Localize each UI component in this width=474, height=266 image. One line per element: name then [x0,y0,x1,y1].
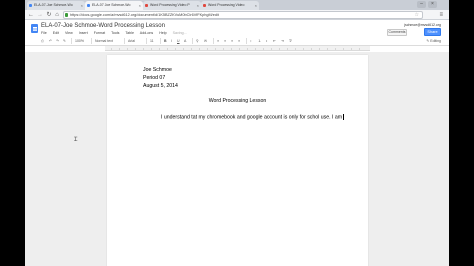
back-icon[interactable]: ← [27,11,35,19]
close-tab-icon[interactable]: × [139,1,141,10]
italic-icon[interactable]: I [171,38,172,44]
toolbar-divider [246,38,247,44]
menu-bar: File Edit View Insert Format Tools Table… [41,31,192,36]
underline-icon[interactable]: U [177,38,180,44]
browser-tab-4[interactable]: Word Processing Video × [201,1,259,10]
close-window-icon[interactable]: × [428,1,437,8]
toolbar-divider [192,38,193,44]
align-left-icon[interactable]: ≡ [217,38,219,44]
lesson-heading[interactable]: Word Processing Lesson [107,98,368,104]
docs-logo-icon[interactable] [31,24,38,33]
document-canvas: Joe Schmoe Period 07 August 5, 2014 Word… [25,52,449,266]
toolbar-divider [213,38,214,44]
menu-add-ons[interactable]: Add-ons [140,31,153,35]
student-name[interactable]: Joe Schmoe [143,67,172,73]
font-select[interactable]: Arial [128,38,135,44]
bold-icon[interactable]: B [164,38,167,44]
document-page[interactable]: Joe Schmoe Period 07 August 5, 2014 Word… [107,55,368,266]
lock-icon [65,13,68,17]
docs-favicon-icon [29,4,32,7]
formatting-toolbar: ⎙ ↶ ↷ ✎ 100% Normal text Arial 11 B I U … [29,38,445,45]
mouse-ibeam-cursor-icon: Ɪ [74,137,78,143]
tab-label: Word Processing Video [208,3,245,7]
style-select[interactable]: Normal text [95,38,113,44]
numbered-list-icon[interactable]: ⒈ [258,38,262,44]
close-tab-icon[interactable]: × [197,1,199,10]
line-spacing-icon[interactable]: ↕ [250,38,252,44]
browser-tab-3[interactable]: Word Processing Video P × [143,1,201,10]
class-period[interactable]: Period 07 [143,75,165,81]
tab-label: ELA-07-Joe Schmoe-Wo [34,3,73,7]
text-cursor [343,114,344,120]
close-tab-icon[interactable]: × [255,1,257,10]
ruler-ticks [111,48,364,50]
comment-icon[interactable]: ✉ [204,38,207,44]
decrease-indent-icon[interactable]: ⇤ [273,38,276,44]
user-email[interactable]: jschmoe@mvsd612.org [404,23,441,27]
justify-icon[interactable]: ≡ [238,38,240,44]
browser-tab-1[interactable]: ELA-07-Joe Schmoe-Wo × [27,1,85,10]
bulleted-list-icon[interactable]: • [266,38,267,44]
body-text: I understand tat my chromebook and googl… [161,114,343,121]
forward-icon[interactable]: → [36,11,44,19]
redo-icon[interactable]: ↷ [56,38,59,44]
toolbar-divider [71,38,72,44]
toolbar-divider [146,38,147,44]
menu-view[interactable]: View [65,31,73,35]
increase-indent-icon[interactable]: ⇥ [281,38,284,44]
toolbar-divider [124,38,125,44]
docs-header: ELA-07-Joe Schmoe-Word Processing Lesson… [25,21,449,46]
align-center-icon[interactable]: ≡ [224,38,226,44]
url-input[interactable]: https://docs.google.com/a/mvsd612.org/do… [63,11,423,19]
font-size-select[interactable]: 11 [150,38,154,44]
menu-help[interactable]: Help [159,31,166,35]
document-date[interactable]: August 5, 2014 [143,83,178,89]
print-icon[interactable]: ⎙ [41,38,44,44]
menu-table[interactable]: Table [125,31,134,35]
docs-favicon-icon [87,4,90,7]
editing-mode-select[interactable]: ✎ Editing [426,38,441,44]
text-color-icon[interactable]: A [184,38,186,44]
minimize-icon[interactable]: – [417,1,426,8]
menu-file[interactable]: File [41,31,47,35]
share-button[interactable]: Share [424,28,441,36]
link-icon[interactable]: ⚲ [196,38,199,44]
menu-edit[interactable]: Edit [53,31,59,35]
tab-strip: ELA-07-Joe Schmoe-Wo × ELA-07 Joe Schmoe… [25,0,449,10]
zoom-select[interactable]: 100% [75,38,84,44]
save-status: Saving... [172,31,187,35]
browser-tab-2[interactable]: ELA-07 Joe Schmoe-Wo × [85,1,143,10]
body-paragraph[interactable]: I understand tat my chromebook and googl… [161,114,344,121]
toolbar-divider [91,38,92,44]
bookmark-star-icon[interactable]: ☆ [415,12,419,18]
browser-window: ELA-07-Joe Schmoe-Wo × ELA-07 Joe Schmoe… [25,0,449,266]
url-text: https://docs.google.com/a/mvsd612.org/do… [70,13,219,17]
video-favicon-icon [203,4,206,7]
home-icon[interactable]: ⌂ [53,11,61,19]
address-bar: ← → ↻ ⌂ https://docs.google.com/a/mvsd61… [25,10,449,20]
comments-button[interactable]: Comments [387,29,407,36]
close-tab-icon[interactable]: × [81,1,83,10]
document-title[interactable]: ELA-07-Joe Schmoe-Word Processing Lesson [41,23,165,29]
editing-mode-label: Editing [430,39,441,43]
undo-icon[interactable]: ↶ [49,38,52,44]
ruler[interactable] [105,46,370,51]
menu-tools[interactable]: Tools [111,31,119,35]
align-right-icon[interactable]: ≡ [231,38,233,44]
tab-label: Word Processing Video P [150,3,190,7]
clear-formatting-icon[interactable]: T̸ [289,38,291,44]
reload-icon[interactable]: ↻ [45,11,53,19]
paint-format-icon[interactable]: ✎ [63,38,66,44]
video-favicon-icon [145,4,148,7]
menu-insert[interactable]: Insert [79,31,88,35]
toolbar-divider [160,38,161,44]
menu-format[interactable]: Format [94,31,105,35]
browser-menu-icon[interactable]: ≡ [439,11,443,19]
tab-label: ELA-07 Joe Schmoe-Wo [92,3,131,7]
